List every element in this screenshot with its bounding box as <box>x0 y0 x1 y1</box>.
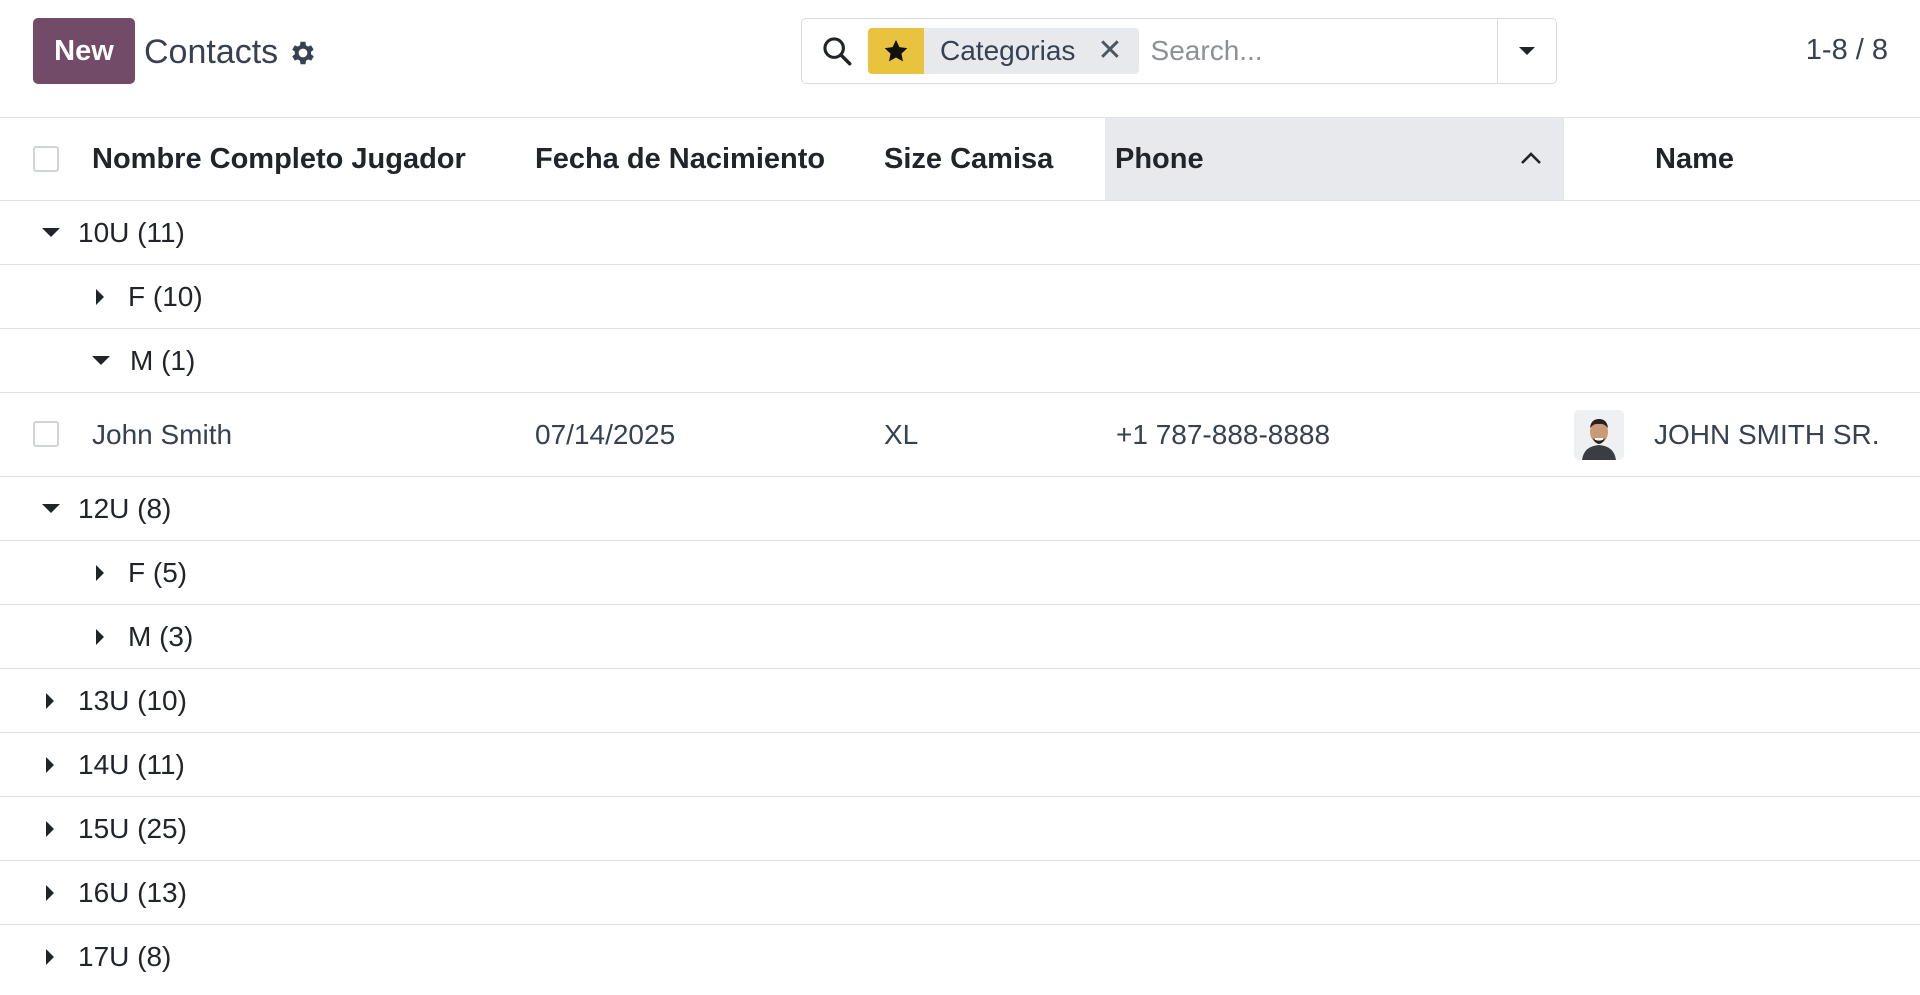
close-icon[interactable]: ✕ <box>1097 36 1122 66</box>
group-row-16u[interactable]: 16U (13) <box>0 861 1920 925</box>
column-phone-label: Phone <box>1115 142 1204 175</box>
facet-label: Categorias <box>940 35 1076 66</box>
subgroup-row-f[interactable]: F (5) <box>0 541 1920 605</box>
star-icon <box>868 28 924 74</box>
group-label: 15U (25) <box>78 812 187 844</box>
column-name[interactable]: Name <box>1655 118 1915 200</box>
caret-down-icon <box>42 504 60 513</box>
list-header: Nombre Completo Jugador Fecha de Nacimie… <box>0 118 1920 201</box>
caret-right-icon <box>96 564 104 581</box>
group-label: 14U (11) <box>78 748 185 780</box>
pager-value[interactable]: 1-8 / 8 <box>1806 34 1888 67</box>
subgroup-row-m[interactable]: M (1) <box>0 329 1920 393</box>
caret-right-icon <box>96 628 104 645</box>
avatar <box>1574 410 1624 460</box>
group-row-17u[interactable]: 17U (8) <box>0 925 1920 989</box>
subgroup-row-m[interactable]: M (3) <box>0 605 1920 669</box>
new-button[interactable]: New <box>33 18 135 84</box>
cell-phone[interactable]: +1 787-888-8888 <box>1116 393 1330 476</box>
column-nombre-completo-jugador[interactable]: Nombre Completo Jugador <box>92 118 522 200</box>
page-title[interactable]: Contacts <box>144 30 278 74</box>
column-fecha-de-nacimiento[interactable]: Fecha de Nacimiento <box>535 118 865 200</box>
group-row-13u[interactable]: 13U (10) <box>0 669 1920 733</box>
group-row-14u[interactable]: 14U (11) <box>0 733 1920 797</box>
group-row-15u[interactable]: 15U (25) <box>0 797 1920 861</box>
caret-right-icon <box>96 288 104 305</box>
group-label: 12U (8) <box>78 492 172 524</box>
sort-ascending-icon <box>1521 152 1541 164</box>
search-options-toggle[interactable] <box>1497 19 1556 83</box>
row-checkbox[interactable] <box>33 421 59 447</box>
caret-down-icon <box>1519 47 1535 55</box>
group-label: 17U (8) <box>78 941 172 972</box>
table-row[interactable]: John Smith 07/14/2025 XL +1 787-888-8888… <box>0 393 1920 477</box>
caret-down-icon <box>92 356 110 365</box>
search-facet: Categorias ✕ <box>868 28 1139 74</box>
search-input[interactable] <box>1148 34 1493 68</box>
group-label: M (1) <box>130 344 196 376</box>
cell-fecha[interactable]: 07/14/2025 <box>535 393 675 476</box>
caret-right-icon <box>46 820 54 837</box>
cell-size[interactable]: XL <box>884 393 918 476</box>
group-row-10u[interactable]: 10U (11) <box>0 201 1920 265</box>
control-panel: New Contacts Categorias ✕ 1-8 / 8 <box>0 0 1920 118</box>
group-label: M (3) <box>128 620 194 652</box>
search-bar: Categorias ✕ <box>801 18 1557 84</box>
group-label: 16U (13) <box>78 876 187 908</box>
caret-right-icon <box>46 949 54 965</box>
group-label: F (5) <box>128 556 188 588</box>
list-body: 10U (11) F (10) M (1) John Smith 07/14/2… <box>0 201 1920 989</box>
subgroup-row-f[interactable]: F (10) <box>0 265 1920 329</box>
caret-right-icon <box>46 692 54 709</box>
cell-name[interactable]: JOHN SMITH SR. <box>1654 393 1880 476</box>
select-all-checkbox[interactable] <box>33 146 59 172</box>
caret-right-icon <box>46 756 54 773</box>
caret-down-icon <box>42 228 60 237</box>
group-row-12u[interactable]: 12U (8) <box>0 477 1920 541</box>
column-size-camisa[interactable]: Size Camisa <box>884 118 1104 200</box>
caret-right-icon <box>46 884 54 901</box>
search-icon[interactable] <box>820 34 854 68</box>
group-label: 10U (11) <box>78 216 185 248</box>
column-phone[interactable]: Phone <box>1105 118 1564 200</box>
cell-nombre[interactable]: John Smith <box>92 393 232 476</box>
group-label: F (10) <box>128 280 203 312</box>
gear-icon[interactable] <box>288 38 318 68</box>
group-label: 13U (10) <box>78 684 187 716</box>
